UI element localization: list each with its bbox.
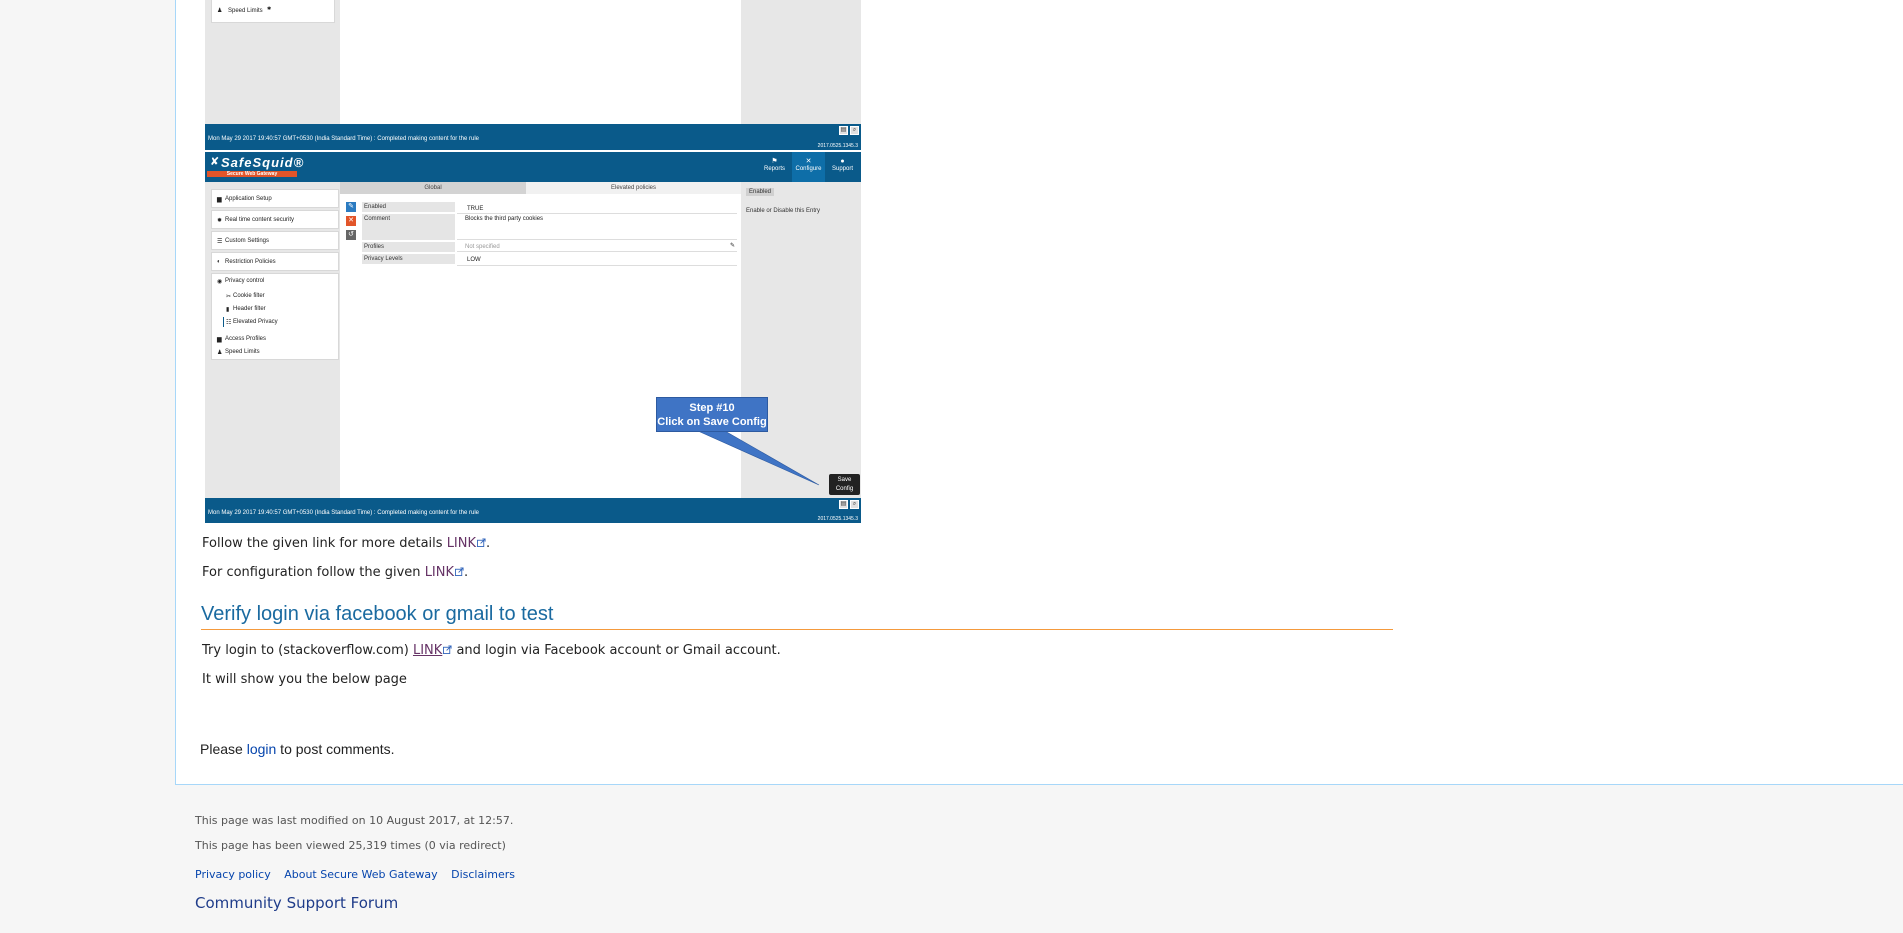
- about-link[interactable]: About Secure Web Gateway: [284, 868, 437, 881]
- save-config-tooltip: Save Config: [829, 474, 860, 495]
- help-icon: ✱: [267, 6, 272, 12]
- save-config-line1: Save: [837, 477, 852, 483]
- print-icon: ▤: [839, 126, 848, 135]
- configuration-link[interactable]: LINK: [425, 565, 454, 580]
- status-bar: ▤ ⌕ Mon May 29 2017 19:40:57 GMT+0530 (I…: [205, 498, 861, 523]
- version-label: 2017.0525.1345.3: [817, 143, 858, 149]
- external-link-icon: [455, 567, 464, 576]
- comments-prompt: Please login to post comments.: [200, 741, 395, 757]
- paragraph-text: Try login to (stackoverflow.com): [202, 643, 413, 658]
- section-heading: Verify login via facebook or gmail to te…: [201, 603, 1393, 630]
- screenshot-step10-image: ✘ SafeSquid® Secure Web Gateway ⚑ Report…: [205, 152, 861, 523]
- right-panel: [741, 0, 861, 124]
- sidebar-card: ♟ Speed Limits ✱: [211, 0, 335, 23]
- stackoverflow-link[interactable]: LINK: [413, 643, 442, 658]
- search-icon: ⌕: [850, 126, 859, 135]
- search-icon: ⌕: [850, 500, 859, 509]
- paragraph-below-page: It will show you the below page: [202, 672, 407, 687]
- paragraph-text: and login via Facebook account or Gmail …: [452, 643, 781, 658]
- footer-links: Privacy policy About Secure Web Gateway …: [195, 868, 525, 881]
- save-config-icon: ▤: [839, 500, 848, 509]
- period: .: [486, 536, 491, 551]
- version-label: 2017.0525.1345.3: [817, 516, 858, 522]
- period: .: [464, 565, 469, 580]
- footer-last-modified: This page was last modified on 10 August…: [195, 814, 514, 827]
- external-link-icon: [443, 645, 452, 654]
- status-text: Mon May 29 2017 19:40:57 GMT+0530 (India…: [208, 510, 479, 516]
- save-config-line2: Config: [835, 486, 854, 492]
- privacy-policy-link[interactable]: Privacy policy: [195, 868, 271, 881]
- callout-instruction: Click on Save Config: [657, 416, 767, 428]
- login-link[interactable]: login: [247, 741, 277, 757]
- callout-step: Step #10: [689, 402, 735, 414]
- paragraph-text: For configuration follow the given: [202, 565, 425, 580]
- paragraph-configuration: For configuration follow the given LINK.: [202, 565, 468, 580]
- details-link[interactable]: LINK: [447, 536, 476, 551]
- speed-limits-icon: ♟: [217, 8, 223, 14]
- screenshot-step9-image: ♟ Speed Limits ✱ ▤ ⌕ Mon May 29 2017 19:…: [205, 0, 861, 150]
- callout-pointer: [697, 430, 820, 486]
- status-bar: ▤ ⌕ Mon May 29 2017 19:40:57 GMT+0530 (I…: [205, 124, 861, 150]
- paragraph-text: Follow the given link for more details: [202, 536, 447, 551]
- sidebar-item-speed-limits: Speed Limits: [228, 8, 263, 14]
- paragraph-details: Follow the given link for more details L…: [202, 536, 490, 551]
- footer-view-count: This page has been viewed 25,319 times (…: [195, 839, 506, 852]
- comments-text: to post comments.: [276, 741, 395, 757]
- sidebar-panel: ♟ Speed Limits ✱: [205, 0, 340, 124]
- paragraph-try-login: Try login to (stackoverflow.com) LINK an…: [202, 643, 781, 658]
- external-link-icon: [477, 538, 486, 547]
- community-forum-link[interactable]: Community Support Forum: [195, 894, 398, 912]
- step-callout: Step #10 Click on Save Config: [656, 397, 768, 432]
- comments-text: Please: [200, 741, 247, 757]
- disclaimers-link[interactable]: Disclaimers: [451, 868, 515, 881]
- status-text: Mon May 29 2017 19:40:57 GMT+0530 (India…: [208, 136, 479, 142]
